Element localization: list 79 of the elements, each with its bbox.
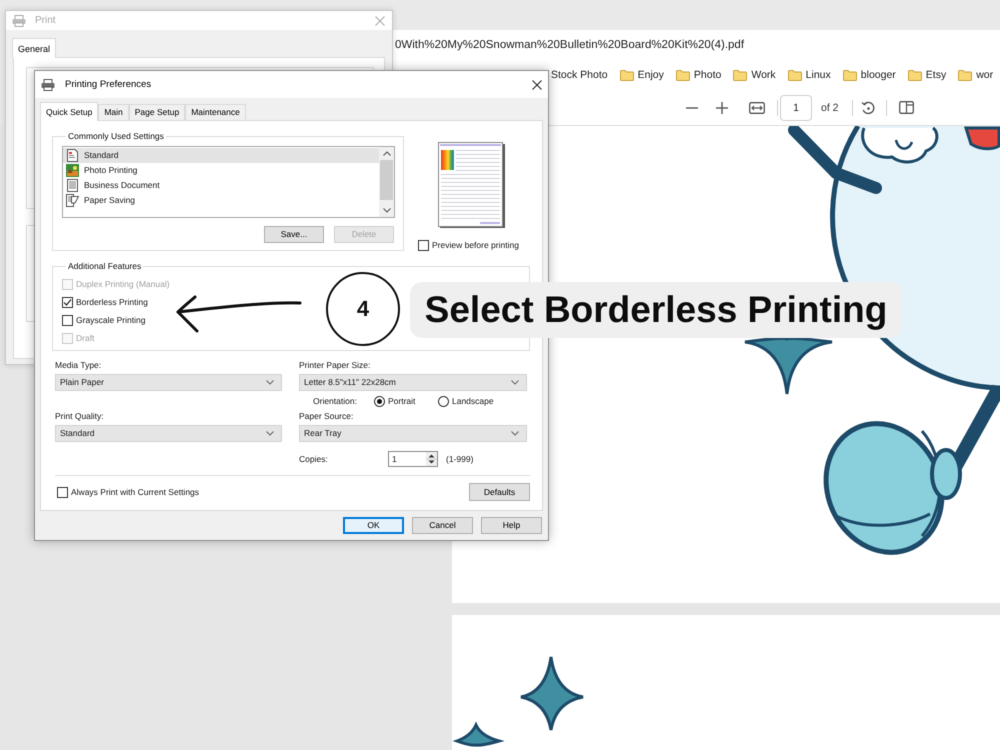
checkmark-icon: [63, 298, 72, 306]
dropdown[interactable]: Rear Tray: [299, 425, 527, 442]
document-icon: [66, 149, 79, 162]
dialog-button[interactable]: OK: [343, 517, 404, 534]
checkbox[interactable]: [418, 240, 429, 250]
page-count: of 2: [821, 102, 839, 114]
tab[interactable]: Page Setup: [128, 104, 186, 120]
minus-icon[interactable]: [686, 106, 698, 108]
bookmark[interactable]: Linux: [788, 69, 831, 81]
checkbox-label: Preview before printing: [432, 240, 519, 250]
spin-arrows-icon[interactable]: [426, 452, 437, 466]
dropdown[interactable]: Standard: [55, 425, 282, 442]
field-label: Orientation:: [312, 396, 358, 406]
bookmark[interactable]: Etsy: [908, 69, 946, 81]
bookmark[interactable]: Work: [733, 69, 776, 81]
copies-field[interactable]: 1: [388, 451, 438, 467]
chevron-down-icon: [511, 431, 519, 436]
field-label: Copies:: [299, 454, 329, 464]
checkbox-label: Borderless Printing: [76, 296, 148, 308]
window-title: Printing Preferences: [65, 79, 152, 90]
group-title: Commonly Used Settings: [67, 131, 165, 142]
stacked-pages-icon: [66, 194, 79, 207]
plus-icon[interactable]: [716, 102, 728, 114]
checkbox[interactable]: [62, 314, 73, 326]
window-title: Print: [35, 15, 56, 26]
chevron-down-icon: [511, 380, 519, 385]
list-item[interactable]: Paper Saving: [63, 193, 379, 208]
checkbox[interactable]: [62, 296, 73, 308]
radio-button[interactable]: [438, 396, 449, 406]
chevron-down-icon: [266, 431, 274, 436]
chevron-down-icon[interactable]: [382, 208, 390, 213]
field-label: Media Type:: [55, 360, 102, 371]
dialog-button[interactable]: Help: [481, 517, 542, 534]
dialog-button[interactable]: Cancel: [412, 517, 473, 534]
tab[interactable]: Main: [98, 104, 129, 120]
field-label: Paper Source:: [299, 411, 354, 422]
bookmark[interactable]: Stock Photo: [551, 69, 608, 81]
group-title: Additional Features: [67, 261, 142, 272]
checkbox-label: Grayscale Printing: [76, 314, 146, 326]
tab[interactable]: General: [12, 38, 56, 58]
scrollbar[interactable]: [379, 147, 394, 217]
printer-icon: [12, 14, 26, 26]
dropdown[interactable]: Letter 8.5"x11" 22x28cm: [299, 374, 527, 391]
radio-label: Landscape: [452, 396, 494, 406]
photo-icon: [66, 164, 79, 177]
rotate-icon[interactable]: [860, 100, 875, 114]
chevron-down-icon: [266, 380, 274, 385]
dropdown[interactable]: Plain Paper: [55, 374, 282, 391]
scrollbar-thumb[interactable]: [380, 160, 393, 200]
instruction-label: Select Borderless Printing: [410, 282, 902, 338]
list-item[interactable]: Photo Printing: [63, 163, 379, 178]
field-label: Printer Paper Size:: [299, 360, 372, 371]
printer-icon: [41, 78, 55, 90]
settings-list[interactable]: Standard Photo Printing Business Document Paper Saving: [62, 146, 395, 218]
radio-label: Portrait: [388, 396, 416, 406]
dialog-button[interactable]: Save...: [264, 226, 324, 243]
chevron-up-icon[interactable]: [382, 151, 390, 156]
checkbox-label: Always Print with Current Settings: [71, 486, 200, 498]
two-page-icon[interactable]: [898, 101, 914, 114]
tab[interactable]: Maintenance: [185, 104, 246, 120]
radio-button[interactable]: [374, 396, 385, 406]
field-label: Print Quality:: [55, 411, 105, 422]
bookmark[interactable]: Photo: [676, 69, 722, 81]
bookmark[interactable]: wor: [958, 69, 994, 81]
document-lines-icon: [66, 179, 79, 192]
list-item[interactable]: Business Document: [63, 178, 379, 193]
tab[interactable]: Quick Setup: [40, 102, 98, 121]
bookmark[interactable]: blooger: [842, 69, 896, 81]
close-icon[interactable]: [532, 80, 542, 90]
checkbox-label: Duplex Printing (Manual): [76, 278, 170, 290]
page-number-field[interactable]: 1: [780, 94, 812, 120]
checkbox[interactable]: [57, 486, 68, 498]
list-item[interactable]: Standard: [63, 148, 379, 163]
fit-width-icon[interactable]: [749, 102, 765, 114]
address-bar[interactable]: 0With%20My%20Snowman%20Bulletin%20Board%20Kit%20(4).pdf: [393, 30, 1000, 60]
range-hint: (1-999): [446, 454, 474, 464]
bookmark[interactable]: Enjoy: [620, 69, 664, 81]
defaults-button[interactable]: Defaults: [469, 483, 530, 501]
checkbox-label: Draft: [76, 332, 94, 344]
